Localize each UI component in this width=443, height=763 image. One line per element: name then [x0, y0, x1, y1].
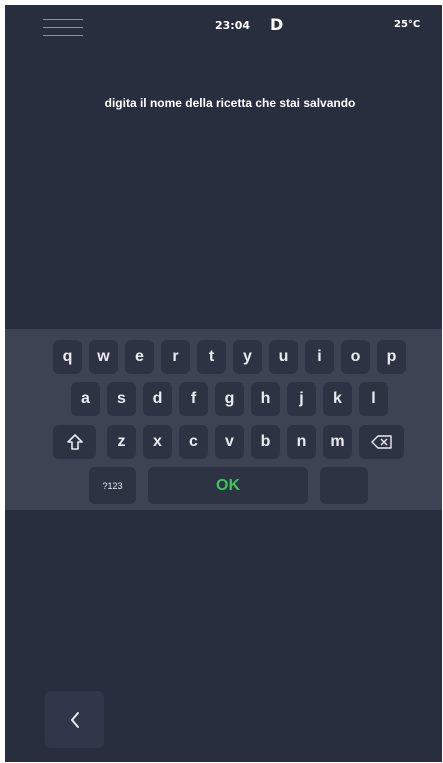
shift-arrow-icon	[66, 434, 83, 450]
key-y[interactable]: y	[233, 340, 262, 374]
key-o[interactable]: o	[341, 340, 370, 374]
backspace-key[interactable]	[359, 425, 404, 459]
key-f[interactable]: f	[179, 382, 208, 416]
mode-indicator: D	[270, 15, 284, 34]
key-s[interactable]: s	[107, 382, 136, 416]
key-t[interactable]: t	[197, 340, 226, 374]
key-r[interactable]: r	[161, 340, 190, 374]
menu-button[interactable]	[43, 13, 83, 41]
key-v[interactable]: v	[215, 425, 244, 459]
key-z[interactable]: z	[107, 425, 136, 459]
status-bar: 23:04 D 25°C	[5, 5, 442, 47]
key-g[interactable]: g	[215, 382, 244, 416]
prompt-text: digita il nome della ricetta che stai sa…	[104, 96, 356, 110]
numbers-key[interactable]: ?123	[89, 467, 136, 504]
ok-button[interactable]: OK	[148, 467, 308, 504]
key-e[interactable]: e	[125, 340, 154, 374]
key-l[interactable]: l	[359, 382, 388, 416]
blank-key[interactable]	[320, 467, 368, 504]
back-button[interactable]	[45, 691, 104, 748]
key-k[interactable]: k	[323, 382, 352, 416]
temperature: 25°C	[394, 19, 421, 30]
backspace-icon	[370, 435, 392, 449]
hamburger-icon-bar	[43, 27, 83, 28]
clock: 23:04	[215, 19, 251, 32]
key-c[interactable]: c	[179, 425, 208, 459]
key-a[interactable]: a	[71, 382, 100, 416]
key-m[interactable]: m	[323, 425, 352, 459]
shift-key[interactable]	[53, 425, 96, 459]
chevron-left-icon	[70, 711, 79, 728]
on-screen-keyboard: q w e r t y u i o p a s d f g h j k l z …	[5, 329, 442, 510]
key-u[interactable]: u	[269, 340, 298, 374]
key-w[interactable]: w	[89, 340, 118, 374]
key-j[interactable]: j	[287, 382, 316, 416]
key-d[interactable]: d	[143, 382, 172, 416]
key-b[interactable]: b	[251, 425, 280, 459]
key-x[interactable]: x	[143, 425, 172, 459]
key-q[interactable]: q	[53, 340, 82, 374]
key-i[interactable]: i	[305, 340, 334, 374]
key-n[interactable]: n	[287, 425, 316, 459]
hamburger-icon	[43, 19, 83, 20]
key-p[interactable]: p	[377, 340, 406, 374]
screen: 23:04 D 25°C digita il nome della ricett…	[5, 5, 442, 762]
hamburger-icon-bar	[43, 35, 83, 36]
key-h[interactable]: h	[251, 382, 280, 416]
